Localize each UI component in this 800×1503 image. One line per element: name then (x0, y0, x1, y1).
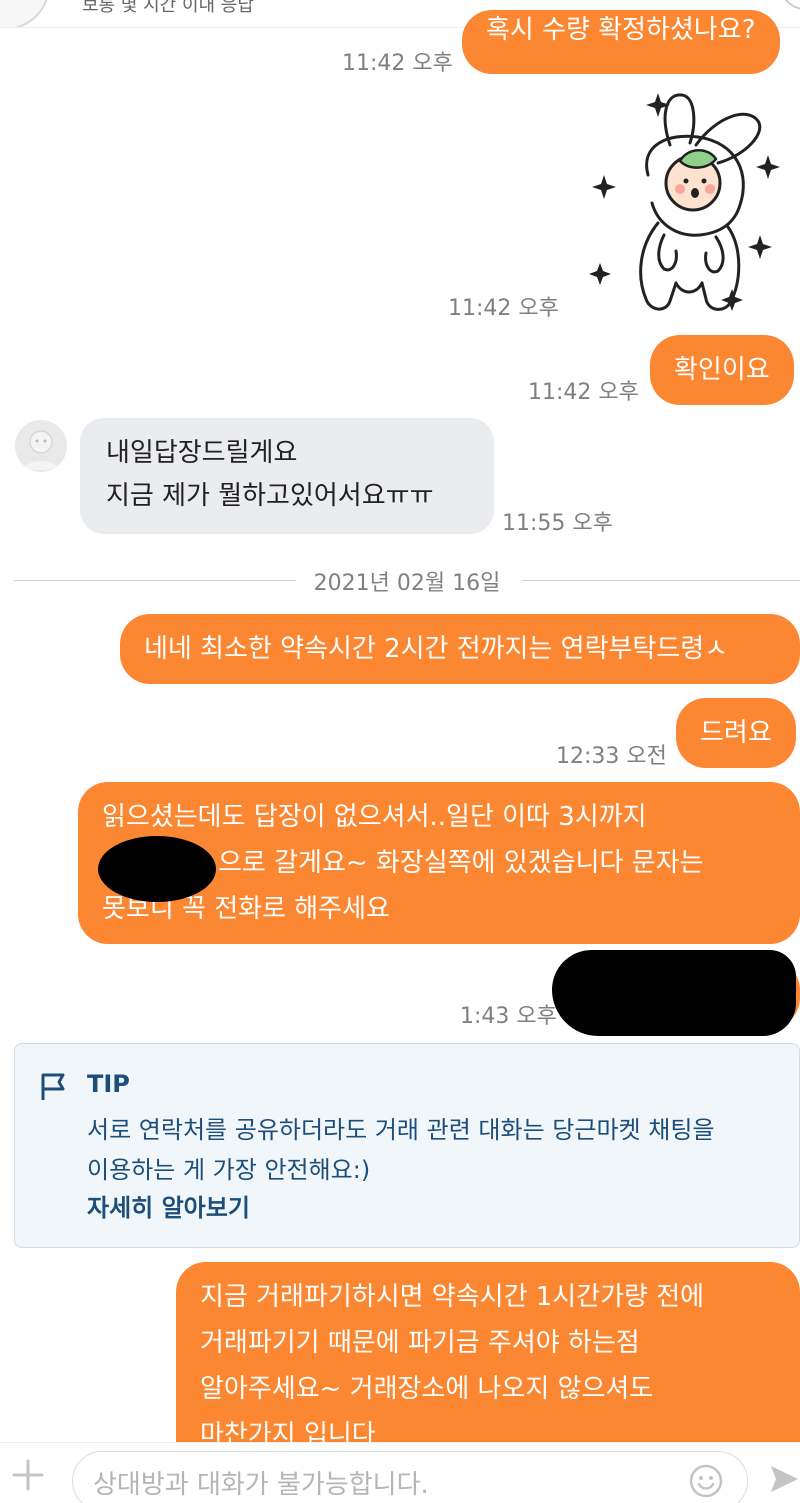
message-input-placeholder: 상대방과 대화가 불가능합니다. (93, 1470, 429, 1500)
partner-profile-avatar[interactable] (15, 420, 67, 472)
default-profile-icon (15, 420, 67, 472)
my-message-bubble[interactable]: 혹시 수량 확정하셨나요? (462, 10, 780, 74)
message-composer: 상대방과 대화가 불가능합니다. (0, 1442, 800, 1503)
tip-text: 서로 연락처를 공유하더라도 거래 관련 대화는 당근마켓 채팅을 이용하는 게… (87, 1116, 715, 1184)
message-text: 혹시 수량 확정하셨나요? (486, 15, 756, 45)
flag-icon (41, 1073, 65, 1100)
redaction-mark (98, 836, 216, 902)
emoji-icon[interactable] (689, 1464, 723, 1498)
message-text-line: 지금 거래파기하시면 약속시간 1시간가량 전에 (200, 1282, 705, 1312)
message-input[interactable]: 상대방과 대화가 불가능합니다. (72, 1451, 748, 1503)
redaction-mark (552, 950, 796, 1036)
message-time: 11:42 오후 (528, 380, 639, 405)
plus-icon[interactable] (10, 1457, 46, 1493)
bunny-costume-sticker (589, 93, 780, 311)
my-message-bubble[interactable]: 지금 거래파기하시면 약속시간 1시간가량 전에 거래파기기 때문에 파기금 주… (176, 1262, 800, 1452)
date-label: 2021년 02월 16일 (295, 571, 519, 596)
message-text-line: 거래파기기 때문에 파기금 주셔야 하는점 (200, 1328, 640, 1358)
partner-message-bubble[interactable]: 내일답장드릴게요 지금 제가 뭘하고있어서요ㅠㅠ (80, 418, 494, 534)
my-message-bubble[interactable]: 드려요 (676, 698, 796, 768)
message-text-line: 읽으셨는데도 답장이 없으셔서..일단 이따 3시까지 (102, 802, 647, 832)
response-time-label: 보통 몇 시간 이내 응답 (82, 0, 254, 16)
message-text-line: 못보니 꼭 전화로 해주세요 (102, 894, 390, 924)
message-text: 드려요 (700, 718, 772, 748)
message-text: 확인이요 (674, 355, 770, 385)
message-time: 12:33 오전 (556, 744, 667, 769)
safety-tip-box: TIP 서로 연락처를 공유하더라도 거래 관련 대화는 당근마켓 채팅을 이용… (14, 1043, 800, 1248)
message-time: 11:42 오후 (342, 51, 453, 76)
date-separator: 2021년 02월 16일 (14, 565, 800, 596)
tip-title: TIP (87, 1070, 130, 1098)
message-text-line: 내일답장드릴게요 (106, 438, 298, 468)
send-icon[interactable] (768, 1463, 800, 1495)
learn-more-link[interactable]: 자세히 알아보기 (87, 1188, 250, 1223)
header-action-button[interactable] (780, 0, 800, 10)
message-time: 11:55 오후 (502, 511, 613, 536)
my-message-bubble[interactable]: 확인이요 (650, 335, 794, 405)
my-message-bubble[interactable]: 네네 최소한 약속시간 2시간 전까지는 연락부탁드령ㅅ (120, 614, 800, 684)
partner-avatar[interactable] (0, 0, 50, 27)
message-text-line: 지금 제가 뭘하고있어서요ㅠㅠ (106, 481, 434, 511)
message-text: 네네 최소한 약속시간 2시간 전까지는 연락부탁드령ㅅ (144, 634, 729, 664)
message-time: 11:42 오후 (448, 296, 559, 321)
message-text-line: 알아주세요~ 거래장소에 나오지 않으셔도 (200, 1374, 654, 1404)
message-time: 1:43 오후 (460, 1004, 557, 1029)
